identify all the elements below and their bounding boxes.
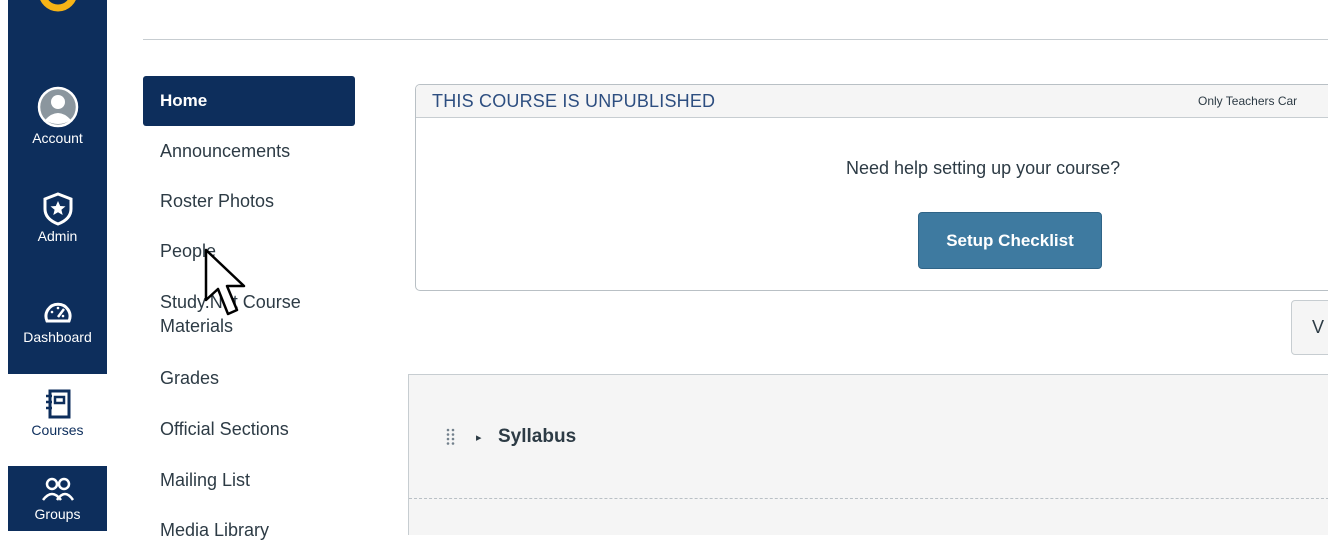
- global-nav-admin-label: Admin: [37, 228, 78, 244]
- global-nav-groups[interactable]: Groups: [8, 476, 107, 522]
- module-header[interactable]: ▸ Syllabus: [409, 375, 1328, 499]
- account-avatar-icon: [37, 86, 78, 128]
- course-nav-roster-photos[interactable]: Roster Photos: [143, 189, 355, 213]
- modules-area: ▸ Syllabus: [408, 374, 1328, 535]
- course-nav-official-sections[interactable]: Official Sections: [143, 417, 355, 441]
- course-nav-media-library[interactable]: Media Library: [143, 518, 355, 542]
- teachers-only-note: Only Teachers Car: [1198, 94, 1298, 108]
- drag-handle-icon[interactable]: [446, 428, 456, 446]
- global-nav-groups-label: Groups: [34, 506, 81, 522]
- course-nav-mailing-list[interactable]: Mailing List: [143, 468, 355, 492]
- module-title[interactable]: Syllabus: [498, 426, 576, 448]
- global-nav-courses[interactable]: Courses: [8, 374, 107, 466]
- view-button[interactable]: V: [1291, 300, 1328, 355]
- groups-icon: [41, 477, 74, 501]
- global-nav-admin[interactable]: Admin: [8, 192, 107, 244]
- course-nav-study-net[interactable]: Study.Net Course Materials: [143, 290, 333, 338]
- setup-checklist-button[interactable]: Setup Checklist: [918, 212, 1102, 269]
- global-nav-account[interactable]: Account: [8, 86, 107, 146]
- header-divider: [143, 39, 1328, 40]
- global-nav-dashboard[interactable]: Dashboard: [8, 299, 107, 345]
- unpublished-header: THIS COURSE IS UNPUBLISHED Only Teachers…: [416, 85, 1328, 118]
- global-nav-account-label: Account: [32, 130, 83, 146]
- setup-help-text: Need help setting up your course?: [846, 158, 1121, 178]
- shield-star-icon: [43, 192, 72, 226]
- expand-triangle-icon[interactable]: ▸: [476, 431, 482, 444]
- course-nav-grades[interactable]: Grades: [143, 366, 355, 390]
- global-nav-courses-label: Courses: [31, 422, 84, 438]
- global-nav-dashboard-label: Dashboard: [23, 329, 92, 345]
- unpublished-title: THIS COURSE IS UNPUBLISHED: [432, 90, 716, 111]
- course-nav-announcements[interactable]: Announcements: [143, 139, 355, 163]
- book-icon: [45, 389, 70, 419]
- institution-logo[interactable]: [38, 0, 78, 12]
- speedometer-icon: [44, 302, 71, 323]
- unpublished-course-box: THIS COURSE IS UNPUBLISHED Only Teachers…: [415, 84, 1328, 291]
- course-nav-home[interactable]: Home: [143, 76, 355, 126]
- global-navigation: Account Admin Dashboard Courses Groups: [8, 0, 107, 531]
- course-nav-people[interactable]: People: [143, 239, 355, 263]
